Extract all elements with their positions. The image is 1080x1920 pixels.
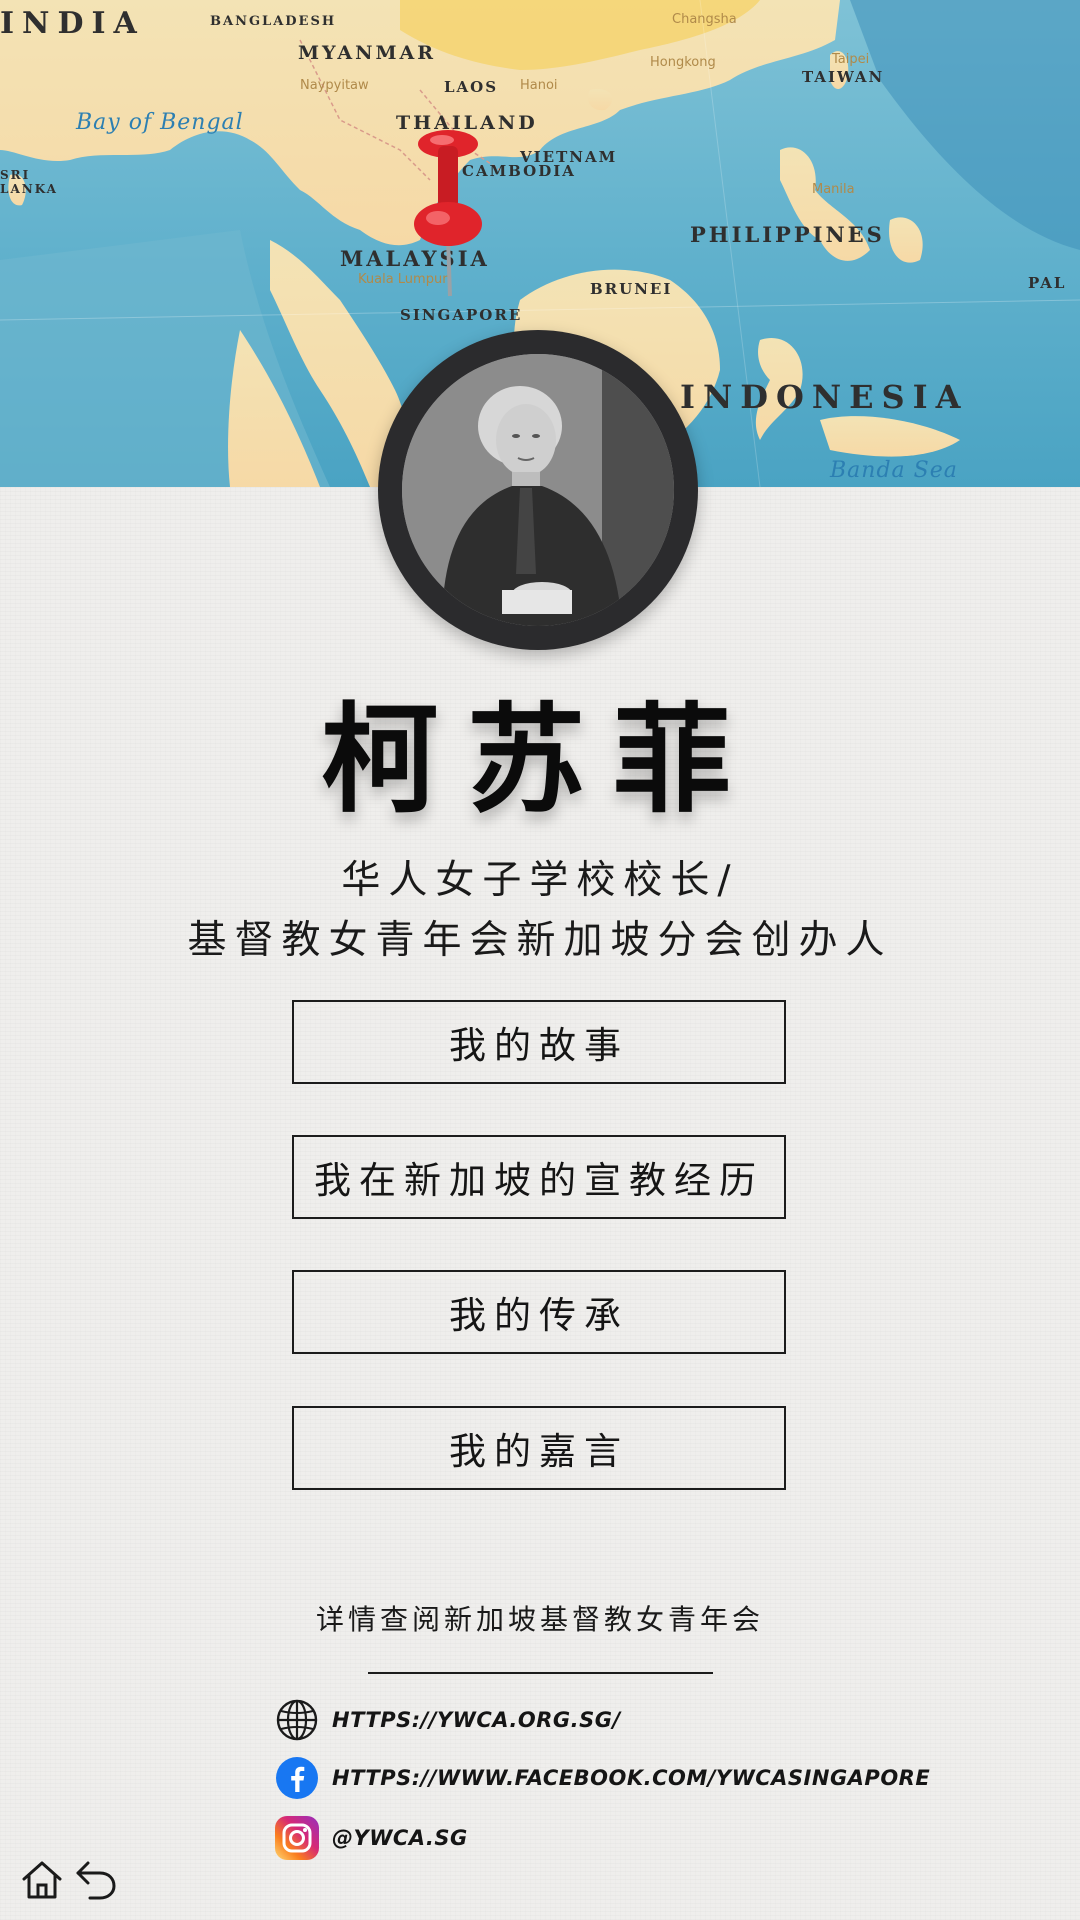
map-label-manila: Manila xyxy=(812,182,855,197)
map-label-hanoi: Hanoi xyxy=(520,78,558,93)
map-label-banda-sea: Banda Sea xyxy=(830,458,958,483)
my-legacy-button[interactable]: 我的传承 xyxy=(292,1270,786,1354)
back-arrow-icon[interactable] xyxy=(72,1855,120,1903)
map-label-bay-of-bengal: Bay of Bengal xyxy=(76,110,244,135)
profile-avatar xyxy=(378,330,698,650)
my-quotes-button[interactable]: 我的嘉言 xyxy=(292,1406,786,1490)
map-label-laos: LAOS xyxy=(444,78,499,96)
profile-title-line1: 华人女子学校校长/ xyxy=(341,858,739,903)
map-label-changsha: Changsha xyxy=(672,12,737,27)
globe-icon xyxy=(274,1697,320,1743)
map-label-india: INDIA xyxy=(0,6,145,41)
map-label-myanmar: MYANMAR xyxy=(298,42,437,64)
map-label-taipei: Taipei xyxy=(832,52,870,67)
map-label-naypyitaw: Naypyitaw xyxy=(300,78,369,93)
profile-name: 柯苏菲 xyxy=(320,690,759,829)
facebook-link[interactable]: HTTPS://WWW.FACEBOOK.COM/YWCASINGAPORE xyxy=(274,1755,930,1801)
map-label-philippines: PHILIPPINES xyxy=(690,222,885,247)
portrait-figure xyxy=(402,354,674,626)
map-label-brunei: BRUNEI xyxy=(590,280,673,298)
instagram-link[interactable]: @YWCA.SG xyxy=(274,1815,468,1861)
facebook-icon xyxy=(274,1755,320,1801)
map-label-bangladesh: BANGLADESH xyxy=(210,14,337,29)
map-label-hongkong: Hongkong xyxy=(650,55,716,70)
home-icon[interactable] xyxy=(18,1855,66,1903)
facebook-link-text: HTTPS://WWW.FACEBOOK.COM/YWCASINGAPORE xyxy=(332,1766,931,1790)
my-story-button[interactable]: 我的故事 xyxy=(292,1000,786,1084)
website-link[interactable]: HTTPS://YWCA.ORG.SG/ xyxy=(274,1697,621,1743)
map-label-indonesia: INDONESIA xyxy=(680,378,969,416)
map-label-pal: PAL xyxy=(1028,274,1067,292)
map-pin-icon xyxy=(414,130,482,297)
footer-divider xyxy=(368,1672,713,1674)
portrait-photo xyxy=(402,354,674,626)
map-label-singapore: SINGAPORE xyxy=(400,306,523,324)
map-label-sri-lanka: SRI LANKA xyxy=(0,168,58,196)
website-link-text: HTTPS://YWCA.ORG.SG/ xyxy=(332,1708,621,1732)
map-label-taiwan: TAIWAN xyxy=(802,68,885,86)
instagram-icon xyxy=(274,1815,320,1861)
profile-title-line2: 基督教女青年会新加坡分会创办人 xyxy=(187,918,893,963)
footer-note: 详情查阅新加坡基督教女青年会 xyxy=(315,1603,764,1636)
mission-experience-button[interactable]: 我在新加坡的宣教经历 xyxy=(292,1135,786,1219)
instagram-link-text: @YWCA.SG xyxy=(332,1826,468,1850)
